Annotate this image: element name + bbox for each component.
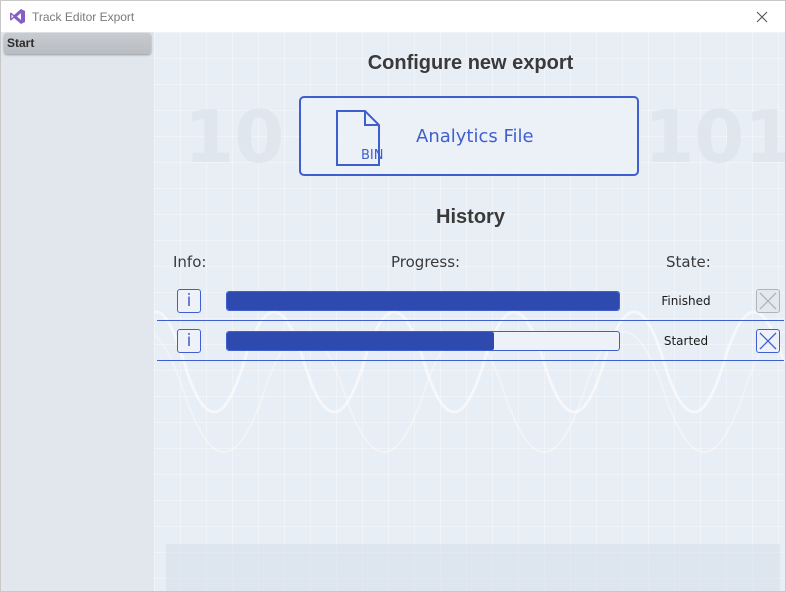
progress-fill (227, 332, 494, 350)
client-area: Start 10 101 Configure new export BIN An… (0, 32, 786, 592)
close-icon (756, 11, 768, 22)
svg-text:10: 10 (184, 95, 284, 179)
info-button[interactable]: i (177, 329, 201, 353)
progress-fill (227, 292, 619, 310)
state-label: Started (663, 334, 709, 348)
analytics-file-label: Analytics File (416, 126, 534, 147)
cancel-button[interactable] (756, 289, 780, 313)
bin-icon-text: BIN (361, 148, 384, 163)
row-divider (157, 360, 784, 361)
progress-column-header: Progress: (391, 253, 461, 271)
svg-text:101: 101 (644, 95, 786, 179)
analytics-file-export-button[interactable]: BIN Analytics File (299, 96, 639, 176)
row-divider (157, 320, 784, 321)
state-column-header: State: (666, 253, 711, 271)
info-button[interactable]: i (177, 289, 201, 313)
close-icon (759, 332, 777, 350)
state-label: Finished (661, 294, 711, 308)
history-heading: History (436, 206, 505, 228)
window-title: Track Editor Export (32, 10, 135, 24)
bottom-panel (166, 544, 780, 591)
configure-heading: Configure new export (367, 52, 574, 74)
title-bar: Track Editor Export (0, 0, 786, 32)
sidebar-item-start[interactable]: Start (4, 33, 151, 54)
close-button[interactable] (739, 1, 785, 32)
progress-bar (226, 291, 620, 311)
progress-bar (226, 331, 620, 351)
info-column-header: Info: (173, 253, 207, 271)
cancel-button[interactable] (756, 329, 780, 353)
visual-studio-icon (10, 9, 25, 24)
sidebar: Start (1, 32, 154, 591)
close-icon (759, 292, 777, 310)
main-panel: 10 101 Configure new export BIN Analytic… (154, 32, 786, 591)
